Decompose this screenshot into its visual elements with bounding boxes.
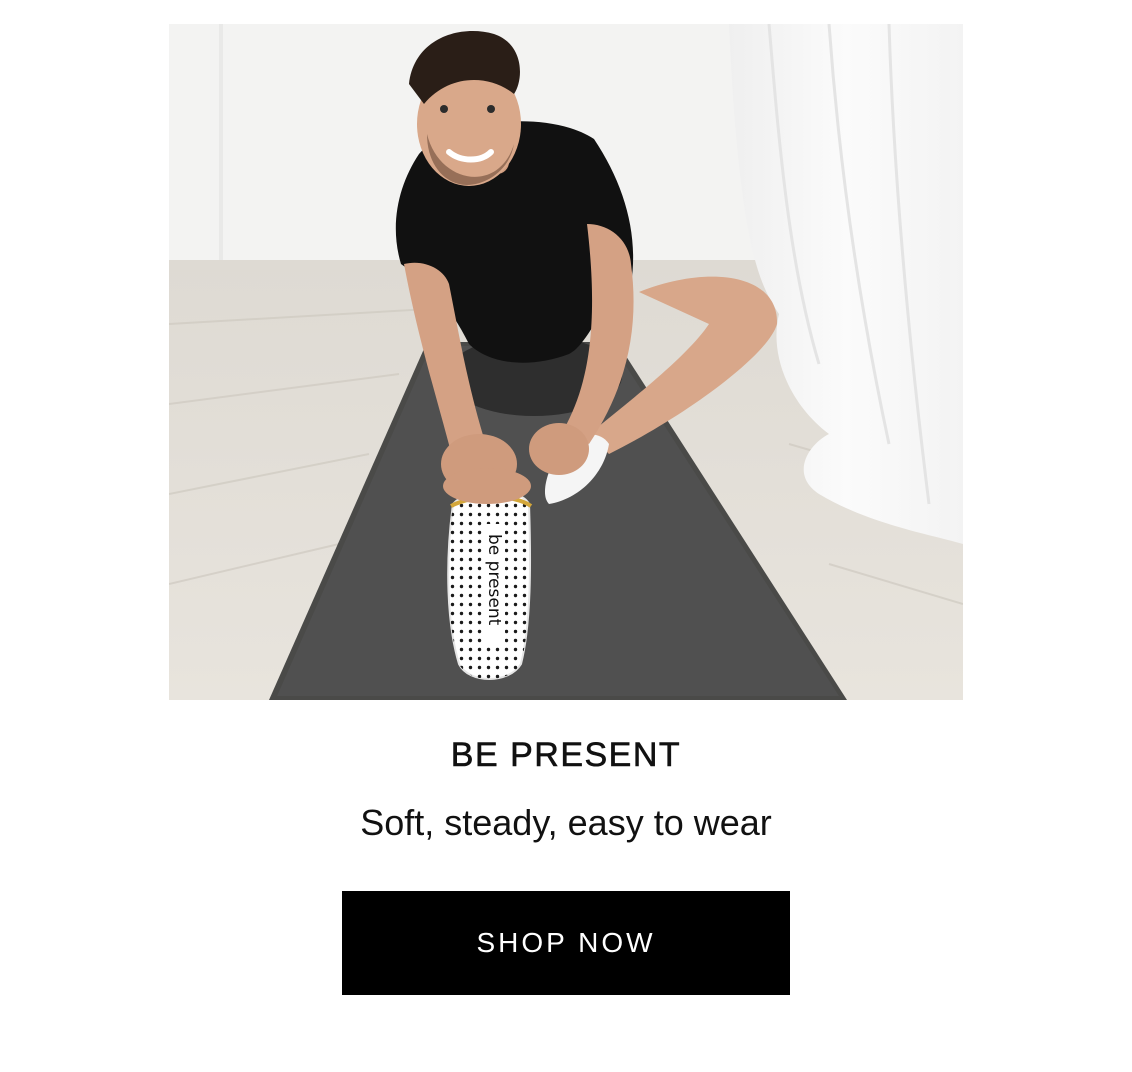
shop-now-button[interactable]: SHOP NOW: [342, 891, 790, 995]
sock-print-text: be present: [484, 534, 504, 626]
promo-subheadline: Soft, steady, easy to wear: [360, 802, 772, 843]
grip-sock: be present: [447, 489, 533, 680]
hero-photo: be present: [169, 24, 963, 700]
promo-headline: BE PRESENT: [450, 736, 682, 775]
